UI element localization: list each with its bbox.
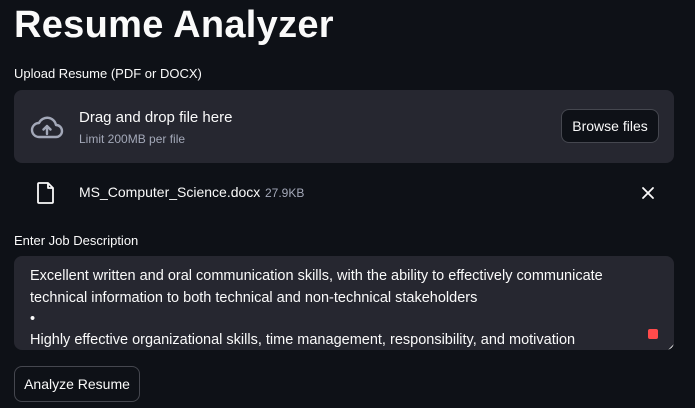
page-title: Resume Analyzer — [14, 4, 334, 46]
browse-files-button[interactable]: Browse files — [561, 109, 659, 143]
resize-grip-icon[interactable] — [668, 344, 674, 350]
job-description-label: Enter Job Description — [14, 233, 139, 248]
dropzone-title: Drag and drop file here — [79, 109, 233, 126]
close-icon[interactable] — [641, 186, 655, 200]
page: Resume Analyzer Upload Resume (PDF or DO… — [0, 0, 695, 408]
file-icon — [37, 182, 54, 204]
uploaded-file-name: MS_Computer_Science.docx — [79, 184, 261, 200]
upload-label: Upload Resume (PDF or DOCX) — [14, 66, 202, 81]
scroll-indicator[interactable] — [648, 329, 658, 339]
cloud-upload-icon — [30, 116, 64, 139]
textarea-line: • — [30, 311, 36, 327]
dropzone-limit: Limit 200MB per file — [79, 132, 186, 146]
file-dropzone[interactable]: Drag and drop file here Limit 200MB per … — [14, 90, 674, 163]
textarea-line: Excellent written and oral communication… — [30, 268, 603, 284]
job-description-textarea[interactable]: • Excellent written and oral communicati… — [14, 256, 674, 350]
textarea-line: technical information to both technical … — [30, 290, 478, 306]
uploaded-file-size: 27.9KB — [265, 186, 305, 200]
analyze-resume-button[interactable]: Analyze Resume — [14, 366, 140, 402]
uploaded-file-row: MS_Computer_Science.docx 27.9KB — [14, 176, 674, 210]
textarea-line: Highly effective organizational skills, … — [30, 332, 576, 348]
textarea-line: • — [30, 256, 35, 263]
